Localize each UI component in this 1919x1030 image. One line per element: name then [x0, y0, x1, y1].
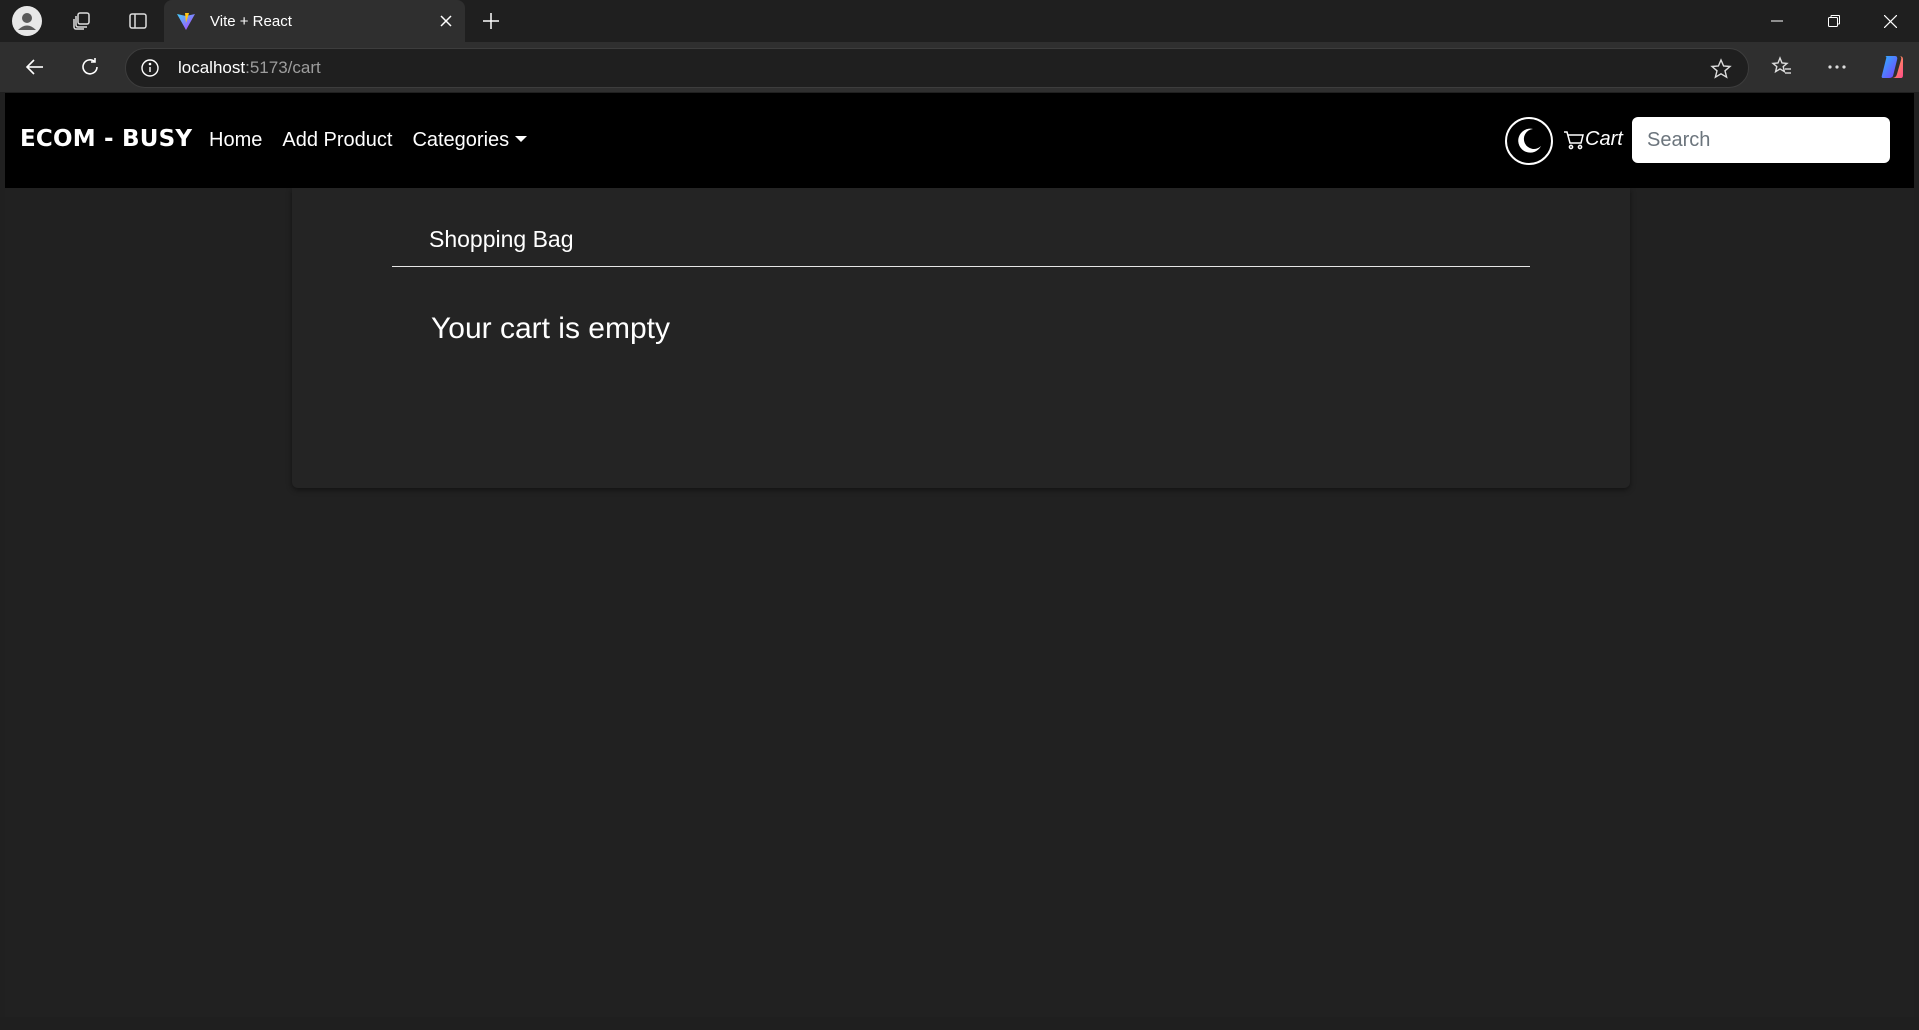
url-host: localhost [178, 58, 246, 77]
nav-categories-dropdown[interactable]: Categories [412, 129, 528, 152]
browser-toolbar: localhost:5173/cart [0, 42, 1919, 92]
restore-icon [1827, 15, 1840, 27]
cart-link[interactable]: Cart [1563, 128, 1623, 151]
copilot-icon [1881, 56, 1903, 78]
window-controls [1748, 0, 1919, 42]
back-icon [25, 59, 43, 75]
tab-actions-button[interactable] [110, 0, 166, 42]
url-path: :5173/cart [245, 58, 321, 77]
caret-down-icon [515, 136, 528, 142]
more-button[interactable] [1809, 42, 1864, 92]
workspaces-icon [73, 12, 90, 30]
tab-strip: Vite + React [0, 0, 1919, 42]
workspaces-button[interactable] [54, 0, 110, 42]
restore-button[interactable] [1805, 0, 1862, 42]
profile-button[interactable] [0, 0, 54, 42]
url-text[interactable]: localhost:5173/cart [178, 58, 321, 78]
window-close-button[interactable] [1862, 0, 1919, 42]
refresh-icon [81, 58, 98, 75]
back-button[interactable] [7, 42, 62, 92]
tab-actions-icon [129, 13, 147, 29]
search-input[interactable] [1632, 117, 1890, 163]
close-icon [1884, 14, 1897, 28]
favorites-icon [1770, 56, 1791, 74]
moon-icon [1518, 128, 1541, 153]
profile-icon [12, 6, 42, 36]
cart-label: Cart [1585, 128, 1623, 150]
close-icon[interactable] [439, 14, 453, 28]
minimize-button[interactable] [1748, 0, 1805, 42]
more-icon [1827, 65, 1846, 69]
brand-logo[interactable]: ECOM - BUSY [20, 126, 192, 152]
page-viewport: ECOM - BUSY Home Add Product Categories … [5, 93, 1914, 1017]
minimize-icon [1770, 20, 1783, 22]
favorites-button[interactable] [1754, 42, 1809, 92]
info-icon[interactable] [140, 58, 160, 78]
theme-toggle-button[interactable] [1505, 117, 1553, 165]
page-title: Shopping Bag [429, 226, 574, 252]
cart-icon [1564, 130, 1584, 149]
nav-links: Home Add Product Categories [209, 129, 547, 152]
refresh-button[interactable] [62, 42, 117, 92]
address-bar[interactable]: localhost:5173/cart [125, 48, 1749, 88]
nav-home-link[interactable]: Home [209, 129, 262, 152]
nav-add-product-link[interactable]: Add Product [282, 129, 392, 152]
taskbar-edge [0, 1017, 1919, 1030]
divider [392, 266, 1530, 267]
toolbar-right [1754, 42, 1919, 92]
categories-label: Categories [412, 129, 510, 151]
shopping-bag-card: Shopping Bag Your cart is empty [292, 188, 1630, 488]
empty-cart-message: Your cart is empty [431, 312, 670, 345]
new-tab-button[interactable] [476, 0, 506, 42]
copilot-button[interactable] [1864, 42, 1919, 92]
plus-icon [483, 13, 499, 29]
star-icon[interactable] [1710, 58, 1732, 80]
site-navbar: ECOM - BUSY Home Add Product Categories … [5, 93, 1914, 188]
active-tab[interactable]: Vite + React [164, 0, 465, 42]
vite-logo-icon [177, 13, 195, 30]
tab-title: Vite + React [210, 12, 292, 30]
